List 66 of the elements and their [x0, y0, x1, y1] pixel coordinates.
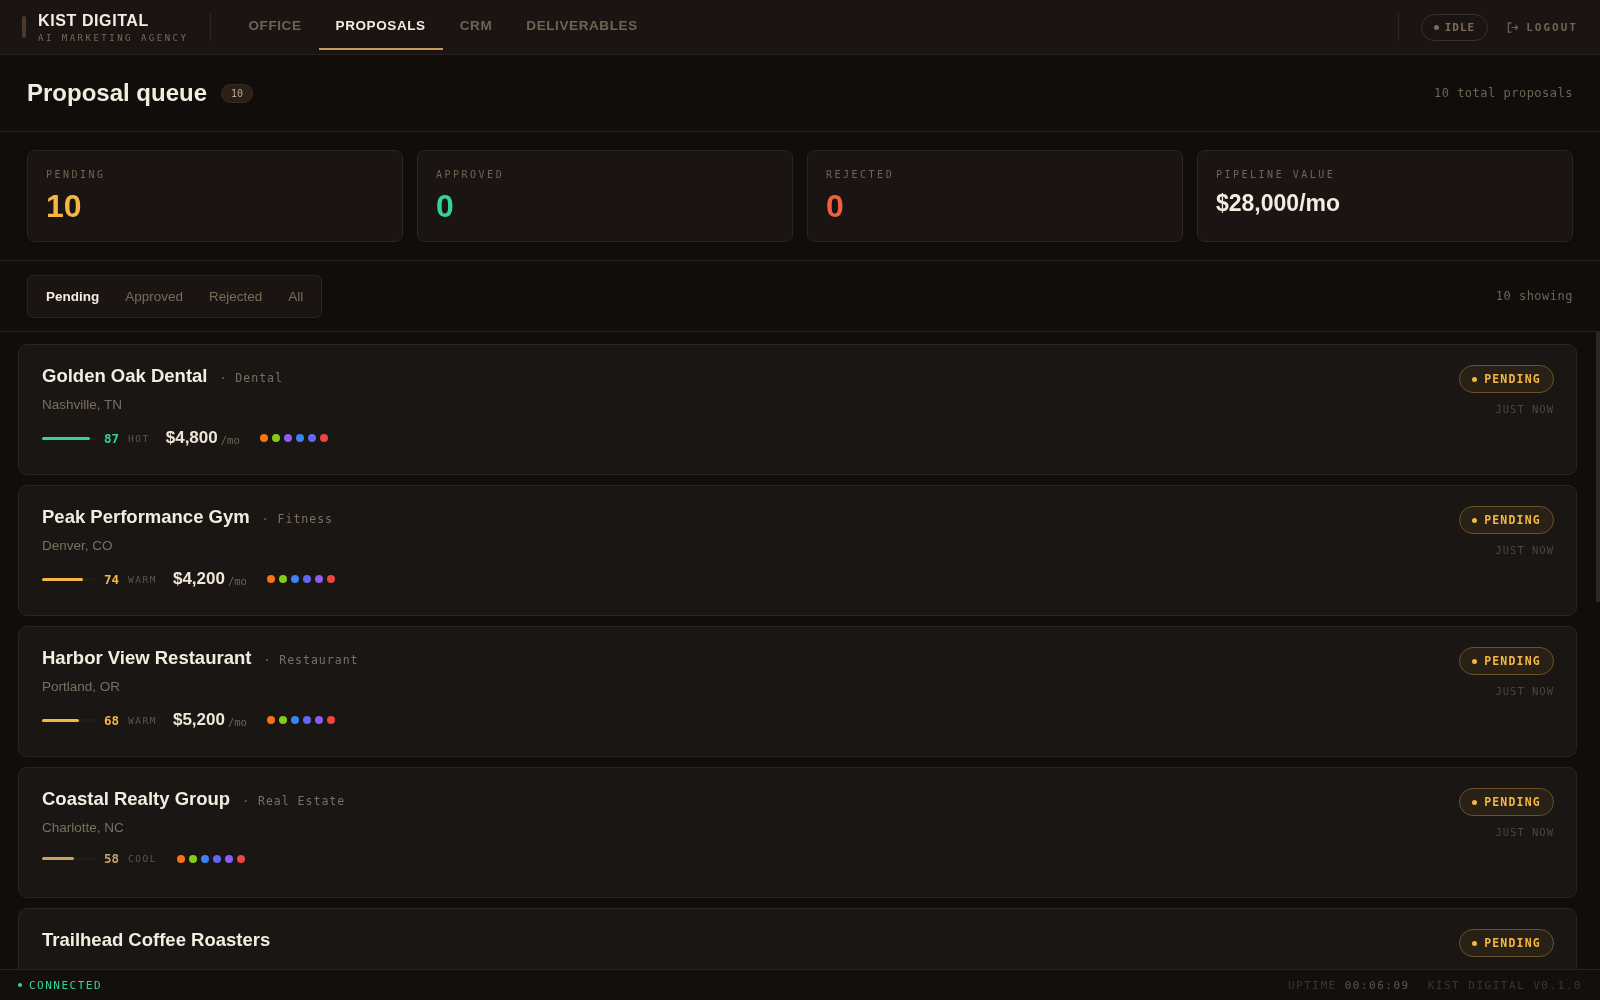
stat-label: REJECTED	[826, 169, 896, 180]
filter-tab[interactable]: Approved	[113, 280, 196, 312]
badge-dot-icon	[1472, 799, 1478, 805]
status-dot-icon	[1433, 24, 1439, 30]
price: $5,200	[172, 710, 225, 730]
badge-dot-icon	[1472, 376, 1478, 382]
status-badge: PENDING	[1459, 647, 1554, 675]
company-name: Golden Oak Dental	[42, 365, 208, 387]
nav-tab[interactable]: OFFICE	[231, 2, 319, 50]
price: $4,200	[172, 569, 225, 589]
status-badge: PENDING	[1459, 788, 1554, 816]
heat-label: WARM	[128, 573, 157, 585]
brand-tagline: AI MARKETING AGENCY	[38, 32, 189, 43]
company-name: Harbor View Restaurant	[42, 647, 252, 669]
heat-label: WARM	[128, 714, 157, 726]
heat-label: COOL	[128, 853, 157, 864]
location: Nashville, TN	[42, 397, 124, 412]
page-title: Proposal queue	[27, 79, 208, 107]
category-label: · Restaurant	[263, 653, 359, 667]
stat-value: 0	[436, 188, 455, 225]
category-label: · Dental	[219, 371, 283, 385]
nav-tab[interactable]: DELIVERABLES	[509, 2, 655, 50]
brand-name: KIST DIGITAL	[38, 11, 150, 30]
location: Denver, CO	[42, 538, 114, 553]
company-name: Peak Performance Gym	[42, 506, 250, 528]
badge-dot-icon	[1472, 940, 1478, 946]
score-value: 58	[104, 851, 120, 866]
company-name: Trailhead Coffee Roasters	[42, 929, 271, 951]
category-label: · Fitness	[261, 512, 334, 526]
price: $4,800	[165, 428, 218, 448]
location: Portland, OR	[42, 679, 122, 694]
location: Charlotte, NC	[42, 820, 125, 835]
price-period: /mo	[227, 716, 247, 728]
score-value: 87	[104, 430, 120, 446]
logout-icon	[1506, 20, 1520, 34]
score-value: 68	[104, 712, 120, 728]
count-badge: 10	[221, 83, 254, 103]
price-period: /mo	[227, 575, 247, 587]
company-name: Coastal Realty Group	[42, 788, 231, 810]
stat-label: APPROVED	[436, 169, 506, 180]
showing-count: 10 showing	[1495, 289, 1573, 303]
proposal-card[interactable]: Trailhead Coffee Roasters PENDING	[18, 908, 1577, 969]
total-proposals: 10 total proposals	[1433, 86, 1573, 100]
connection-status: CONNECTED	[18, 978, 103, 992]
score-value: 74	[104, 571, 120, 587]
stat-value: 10	[46, 188, 83, 225]
stat-label: PIPELINE VALUE	[1216, 169, 1337, 180]
price-period: /mo	[220, 434, 240, 446]
badge-dot-icon	[1472, 517, 1478, 523]
badge-dot-icon	[1472, 658, 1478, 664]
heat-label: HOT	[128, 432, 150, 444]
filter-tab[interactable]: Pending	[34, 280, 112, 312]
filter-tab[interactable]: Rejected	[197, 280, 275, 312]
brand-mark-icon	[22, 16, 26, 38]
status-badge: PENDING	[1459, 929, 1554, 957]
category-label: · Real Estate	[242, 794, 346, 808]
nav-tab[interactable]: PROPOSALS	[318, 2, 443, 50]
stat-value: 0	[826, 188, 845, 225]
status-badge: PENDING	[1459, 365, 1554, 393]
nav-tab[interactable]: CRM	[442, 2, 510, 50]
uptime-value: 00:06:09	[1344, 978, 1410, 992]
stat-label: PENDING	[46, 169, 107, 180]
stat-value: $28,000/mo	[1216, 190, 1342, 217]
status-badge: PENDING	[1459, 506, 1554, 534]
logout-button[interactable]: LOGOUT	[1506, 16, 1578, 38]
filter-tab[interactable]: All	[276, 280, 316, 312]
